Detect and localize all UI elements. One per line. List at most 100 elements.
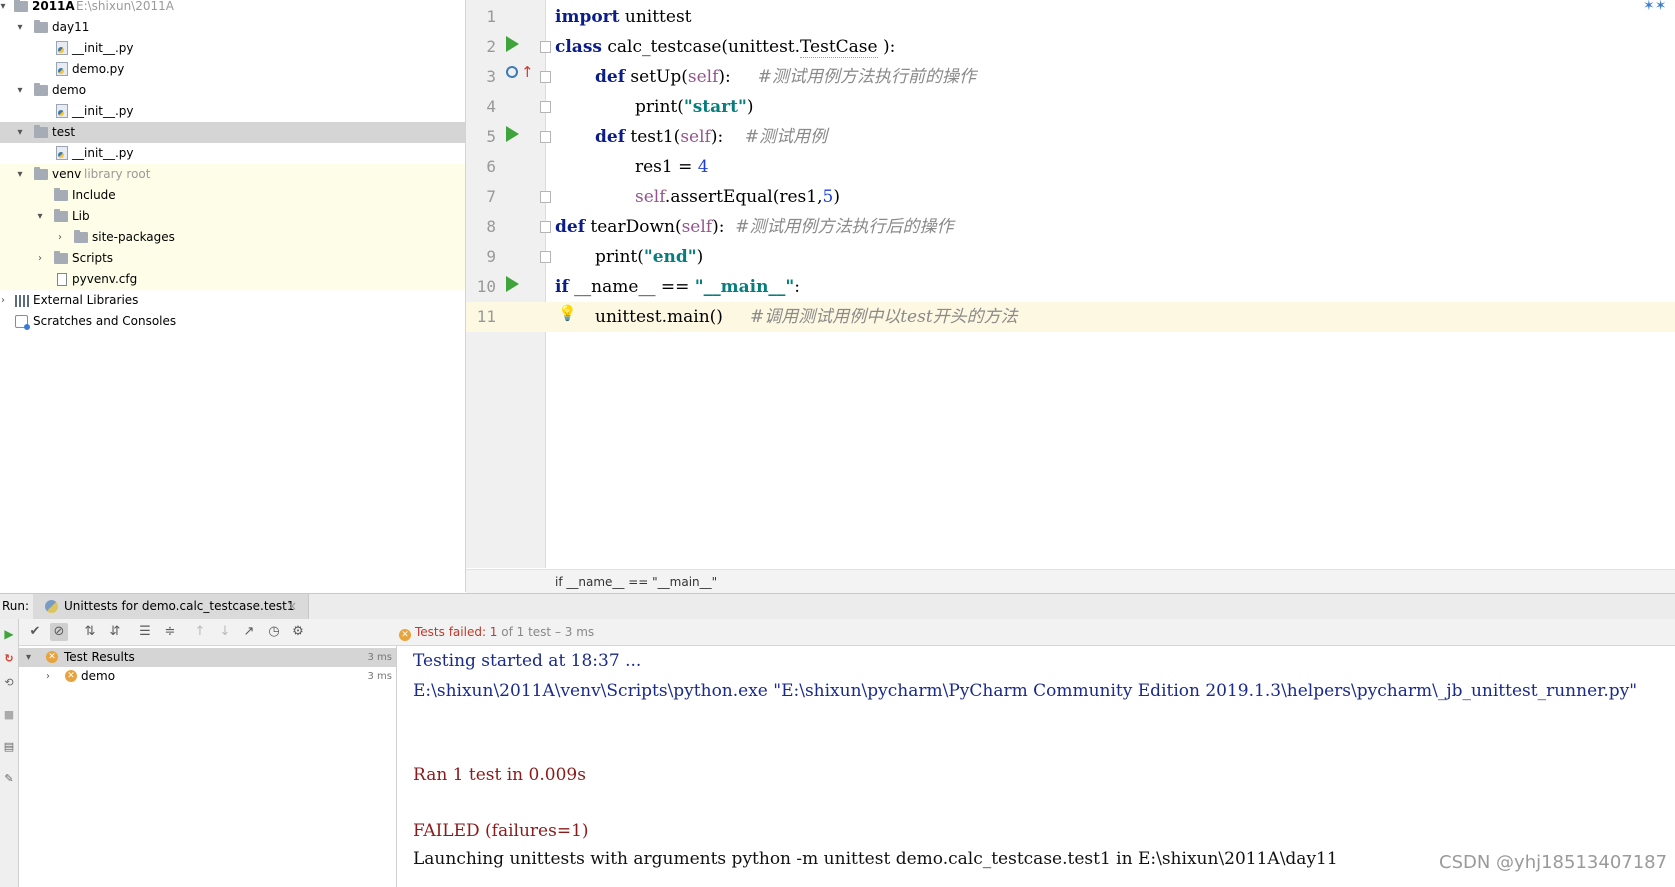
tree-row-demo-py[interactable]: demo.py <box>0 59 465 80</box>
tree-row-scratches[interactable]: Scratches and Consoles <box>0 311 465 332</box>
override-method-icon[interactable] <box>506 66 518 78</box>
chevron-down-icon[interactable]: ▾ <box>0 0 8 17</box>
fold-marker-icon[interactable] <box>540 191 551 203</box>
settings-gear-icon[interactable]: ⚙ <box>289 623 307 641</box>
test-results-tree: ▾ ✕ Test Results 3 ms › ✕ demo 3 ms <box>19 646 397 887</box>
code-line-11: unittest.main() #调用测试用例中以test开头的方法 <box>595 307 1018 327</box>
export-icon[interactable]: ↗ <box>240 623 258 641</box>
tree-label: pyvenv.cfg <box>72 272 138 286</box>
lightbulb-icon[interactable]: 💡 <box>558 304 577 322</box>
chevron-right-icon[interactable]: › <box>35 248 45 269</box>
chevron-right-icon[interactable]: › <box>0 290 8 311</box>
tree-row-scripts[interactable]: › Scripts <box>0 248 465 269</box>
tree-row-include[interactable]: Include <box>0 185 465 206</box>
sort-alphabetically-icon[interactable]: ⇅ <box>81 623 99 641</box>
tree-row-root[interactable]: ▾ 2011A E:\shixun\2011A <box>0 0 465 17</box>
watermark: CSDN @yhj18513407187 <box>1439 852 1668 873</box>
tree-label: venv <box>52 167 82 181</box>
chevron-down-icon[interactable]: ▾ <box>35 206 45 227</box>
fold-marker-icon[interactable] <box>540 221 551 233</box>
tree-label: Scratches and Consoles <box>33 314 177 328</box>
close-icon[interactable]: × <box>287 594 297 619</box>
line-number: 9 <box>486 247 496 266</box>
run-test-icon[interactable] <box>506 276 519 292</box>
run-test-icon[interactable] <box>506 36 519 52</box>
libraries-icon <box>15 295 29 307</box>
history-icon[interactable]: ◷ <box>265 623 283 641</box>
chevron-down-icon[interactable]: ▾ <box>15 122 25 143</box>
project-tool-window: ▾ 2011A E:\shixun\2011A ▾ day11 __init__… <box>0 0 466 592</box>
tree-row-demo-init[interactable]: __init__.py <box>0 101 465 122</box>
expand-all-icon[interactable]: ☰ <box>136 623 154 641</box>
next-failed-icon[interactable]: ↓ <box>216 623 234 641</box>
rerun-icon[interactable]: ▶ <box>2 627 16 641</box>
run-test-icon[interactable] <box>506 126 519 142</box>
console-line: Ran 1 test in 0.009s <box>413 765 586 785</box>
tree-row-test-init[interactable]: __init__.py <box>0 143 465 164</box>
code-line-9: print("end") <box>595 247 704 267</box>
test-status: ✕ Tests failed: 1 of 1 test – 3 ms <box>399 619 594 645</box>
toggle-auto-test-icon[interactable]: ⟲ <box>2 676 16 690</box>
tree-label: Scripts <box>72 251 114 265</box>
fold-marker-icon[interactable] <box>540 131 551 143</box>
console-line: Launching unittests with arguments pytho… <box>413 849 1338 869</box>
root-folder-path: E:\shixun\2011A <box>76 0 174 13</box>
show-ignored-icon[interactable]: ⊘ <box>50 623 68 641</box>
tree-row-external-libraries[interactable]: › External Libraries <box>0 290 465 311</box>
failed-icon: ✕ <box>46 651 58 663</box>
tree-label: __init__.py <box>72 104 134 118</box>
editor-breadcrumb[interactable]: if __name__ == "__main__" <box>466 569 1675 594</box>
code-line-10: if __name__ == "__main__": <box>555 277 801 297</box>
fold-marker-icon[interactable] <box>540 71 551 83</box>
stop-icon[interactable]: ■ <box>2 708 16 722</box>
failed-icon: ✕ <box>65 670 77 682</box>
code-line-5: def test1(self): #测试用例 <box>595 127 828 147</box>
tree-row-site-packages[interactable]: › site-packages <box>0 227 465 248</box>
fold-marker-icon[interactable] <box>540 41 551 53</box>
chevron-right-icon[interactable]: › <box>46 667 50 686</box>
rerun-failed-icon[interactable]: ↻ <box>2 652 16 666</box>
tree-row-day11[interactable]: ▾ day11 <box>0 17 465 38</box>
run-label: Run: <box>2 599 30 613</box>
fold-marker-icon[interactable] <box>540 101 551 113</box>
chevron-down-icon[interactable]: ▾ <box>15 17 25 38</box>
previous-failed-icon[interactable]: ↑ <box>191 623 209 641</box>
collapse-all-icon[interactable]: ≑ <box>161 623 179 641</box>
python-file-icon <box>56 146 68 160</box>
tree-label: site-packages <box>92 230 175 244</box>
test-node-label: demo <box>81 669 116 683</box>
code-line-6: res1 = 4 <box>635 157 709 177</box>
test-results-demo[interactable]: › ✕ demo 3 ms <box>19 667 396 686</box>
layout-icon[interactable]: ▤ <box>2 740 16 754</box>
folder-icon <box>14 0 28 12</box>
chevron-down-icon[interactable]: ▾ <box>26 648 31 667</box>
tree-row-demo[interactable]: ▾ demo <box>0 80 465 101</box>
chevron-down-icon[interactable]: ▾ <box>15 164 25 185</box>
arrow-up-icon[interactable]: ↑ <box>521 62 534 82</box>
folder-icon <box>34 125 48 138</box>
breadcrumb-text: if __name__ == "__main__" <box>555 575 718 589</box>
code-line-2: class calc_testcase(unittest.TestCase ): <box>555 37 896 58</box>
run-side-toolbar: ▶ ↻ ⟲ ■ ▤ ✎ <box>0 619 19 887</box>
chevron-right-icon[interactable]: › <box>55 227 65 248</box>
show-passed-icon[interactable]: ✔ <box>26 623 44 641</box>
python-test-icon <box>45 600 58 613</box>
tree-row-test[interactable]: ▾ test <box>0 122 465 143</box>
tree-row-day11-init[interactable]: __init__.py <box>0 38 465 59</box>
sort-by-duration-icon[interactable]: ⇵ <box>106 623 124 641</box>
config-file-icon <box>57 273 67 286</box>
line-number: 1 <box>486 7 496 26</box>
pin-icon[interactable]: ✎ <box>2 772 16 786</box>
run-tab[interactable]: Unittests for demo.calc_testcase.test1 × <box>33 594 309 619</box>
fold-marker-icon[interactable] <box>540 251 551 263</box>
chevron-down-icon[interactable]: ▾ <box>15 80 25 101</box>
tree-row-venv[interactable]: ▾ venv library root <box>0 164 465 185</box>
tree-row-lib[interactable]: ▾ Lib <box>0 206 465 227</box>
console-output[interactable]: Testing started at 18:37 ... E:\shixun\2… <box>397 646 1675 887</box>
line-number: 3 <box>486 67 496 86</box>
line-number: 11 <box>476 307 496 326</box>
line-number: 10 <box>476 277 496 296</box>
test-results-root[interactable]: ▾ ✕ Test Results 3 ms <box>19 648 396 667</box>
tests-failed-text: Tests failed: 1 <box>415 625 498 639</box>
tree-row-pyvenv-cfg[interactable]: pyvenv.cfg <box>0 269 465 290</box>
